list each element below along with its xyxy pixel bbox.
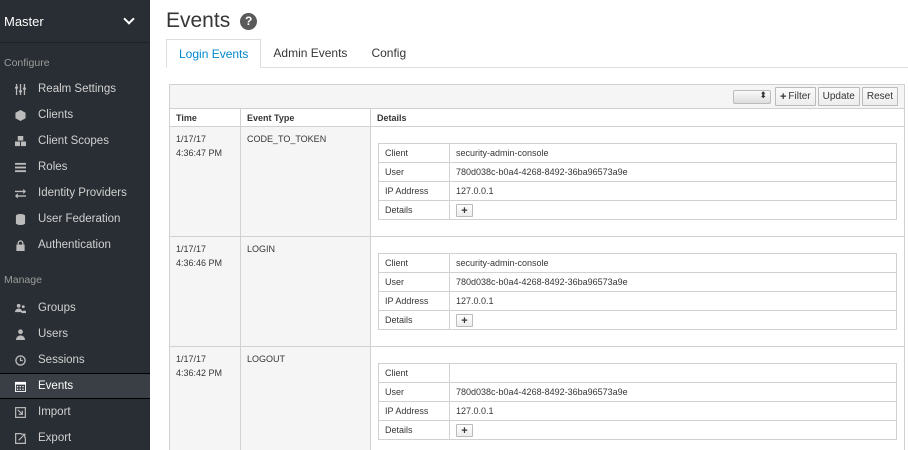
event-type: CODE_TO_TOKEN [241,127,371,236]
expand-details-button[interactable]: + [456,314,473,328]
page-size-select[interactable] [732,89,771,104]
sidebar-item-label: Users [38,328,69,340]
clock-icon [15,354,26,366]
sidebar-item-client-scopes[interactable]: Client Scopes [0,128,150,154]
chevron-down-icon [123,12,135,25]
sidebar-item-label: Client Scopes [38,135,109,147]
sidebar-item-label: Roles [38,161,68,173]
ip-value: 127.0.0.1 [449,181,897,201]
sidebar-item-label: Sessions [38,354,85,366]
calendar-icon [15,381,26,392]
table-header: Time Event Type Details [170,109,904,127]
sidebar-item-authentication[interactable]: Authentication [0,232,150,258]
sidebar-item-label: Realm Settings [38,83,116,95]
list-icon [15,162,26,173]
main-content: Events ? Login Events Admin Events Confi… [150,0,908,450]
cubes-icon [15,135,26,147]
help-icon[interactable]: ? [240,12,258,30]
user-value: 780d038c-b0a4-4268-8492-36ba96573a9e [449,162,897,182]
event-type: LOGIN [241,237,371,346]
import-icon [15,406,26,418]
expand-details-button[interactable]: + [456,204,473,218]
event-time: 1/17/17 4:36:47 PM [170,127,241,236]
client-value: security-admin-console [449,253,897,273]
sidebar-item-events[interactable]: Events [0,373,150,399]
export-icon [15,432,26,444]
cube-icon [15,109,26,121]
details-table: Client security-admin-console User 780d038… [378,143,897,220]
sidebar-item-label: Export [38,432,72,444]
sidebar-item-import[interactable]: Import [0,399,150,425]
sidebar-item-label: User Federation [38,213,121,225]
event-time: 1/17/17 4:36:42 PM [170,347,241,450]
event-time: 1/17/17 4:36:46 PM [170,237,241,346]
sidebar-item-clients[interactable]: Clients [0,102,150,128]
column-header-time: Time [170,109,241,126]
plus-icon: + [779,90,787,103]
events-table: +Filter Update Reset Time Event Type Det… [169,84,905,450]
sidebar-item-realm-settings[interactable]: Realm Settings [0,76,150,102]
column-header-event-type: Event Type [241,109,371,126]
configure-section-label: Configure [4,57,50,69]
details-table: Client security-admin-console User 780d038… [378,253,897,330]
client-value [449,363,897,383]
sidebar: Master Configure Realm Settings Clients … [0,0,150,450]
filter-button[interactable]: + Filter [774,87,816,106]
sidebar-item-label: Events [38,380,74,392]
event-details: Client security-admin-console User 780d038… [371,127,904,236]
sliders-icon [15,83,26,95]
user-value: 780d038c-b0a4-4268-8492-36ba96573a9e [449,382,897,402]
tab-admin-events[interactable]: Admin Events [261,39,359,67]
table-row: 1/17/17 4:36:47 PM CODE_TO_TOKEN Client s… [170,127,904,237]
tab-config[interactable]: Config [359,39,418,67]
sidebar-item-label: Groups [38,302,76,314]
sidebar-item-label: Authentication [38,239,111,251]
event-details: Client User 780d038c-b0a4-4268-8492-36ba9… [371,347,904,450]
user-value: 780d038c-b0a4-4268-8492-36ba96573a9e [449,272,897,292]
sidebar-item-sessions[interactable]: Sessions [0,347,150,373]
realm-name: Master [4,13,44,29]
user-icon [15,328,26,340]
table-row: 1/17/17 4:36:46 PM LOGIN Client security-… [170,237,904,347]
sidebar-item-label: Import [38,406,71,418]
manage-section-label: Manage [4,274,42,286]
sidebar-item-identity-providers[interactable]: Identity Providers [0,180,150,206]
expand-details-button[interactable]: + [456,424,473,438]
ip-value: 127.0.0.1 [449,401,897,421]
realm-selector[interactable]: Master [0,0,150,43]
page-title: Events [166,9,231,32]
tab-bar: Login Events Admin Events Config [166,39,908,68]
reset-button[interactable]: Reset [861,87,898,106]
details-table: Client User 780d038c-b0a4-4268-8492-36ba9… [378,363,897,440]
sidebar-item-roles[interactable]: Roles [0,154,150,180]
column-header-details: Details [377,112,407,123]
event-type: LOGOUT [241,347,371,450]
sidebar-item-user-federation[interactable]: User Federation [0,206,150,232]
sidebar-item-users[interactable]: Users [0,321,150,347]
database-icon [15,213,26,225]
tab-login-events[interactable]: Login Events [166,39,262,68]
sidebar-item-groups[interactable]: Groups [0,295,150,321]
exchange-icon [15,188,26,199]
sidebar-item-label: Clients [38,109,74,121]
update-button[interactable]: Update [817,87,860,106]
sidebar-item-export[interactable]: Export [0,425,150,450]
table-toolbar: +Filter Update Reset [170,85,904,109]
table-row: 1/17/17 4:36:42 PM LOGOUT Client User 780… [170,347,904,450]
users-icon [15,303,26,314]
lock-icon [15,239,26,251]
sidebar-item-label: Identity Providers [38,187,127,199]
event-details: Client security-admin-console User 780d038… [371,237,904,346]
ip-value: 127.0.0.1 [449,291,897,311]
client-value: security-admin-console [449,143,897,163]
